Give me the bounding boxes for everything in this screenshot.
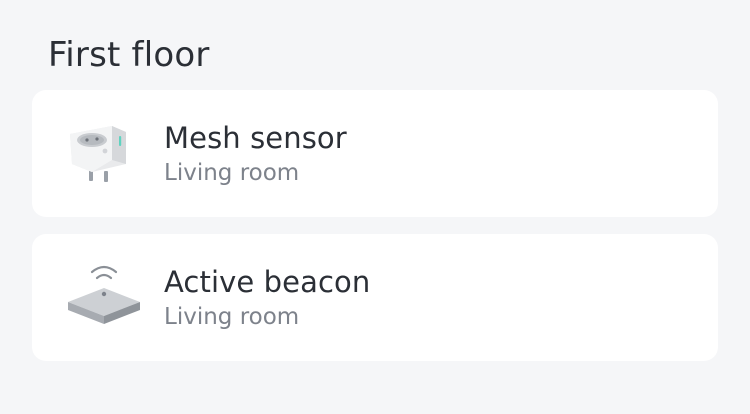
section-title: First floor [48,35,210,75]
device-room: Living room [164,304,300,330]
device-name: Active beacon [164,265,371,299]
device-list-page: First floor Mesh sensor Living room Acti… [0,0,750,414]
smart-plug-icon [62,114,142,194]
device-name: Mesh sensor [164,121,347,155]
device-room: Living room [164,160,300,186]
device-card-mesh-sensor[interactable]: Mesh sensor Living room [32,90,718,217]
device-card-active-beacon[interactable]: Active beacon Living room [32,234,718,361]
device-info: Mesh sensor Living room [164,120,347,188]
beacon-hub-icon [62,258,142,338]
device-info: Active beacon Living room [164,264,370,332]
